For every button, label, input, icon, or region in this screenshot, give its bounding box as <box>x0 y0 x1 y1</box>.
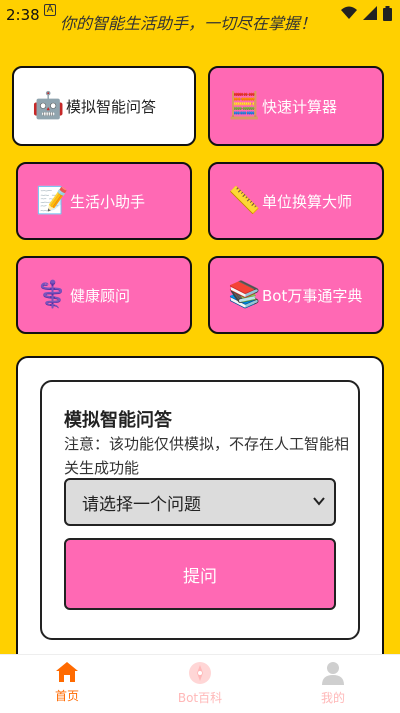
tool-dictionary-button[interactable]: 📚 Bot万事通字典 <box>208 256 384 334</box>
tool-label: 健康顾问 <box>70 286 131 305</box>
memo-icon: 📝 <box>36 186 69 216</box>
nav-profile-label: 我的 <box>320 691 345 705</box>
chevron-down-icon <box>313 497 325 506</box>
books-icon: 📚 <box>228 280 261 310</box>
tool-label: 快速计算器 <box>262 97 338 116</box>
tool-unit-converter-button[interactable]: 📏 单位换算大师 <box>208 162 384 240</box>
nav-bot-wiki[interactable]: Bot百科 <box>160 661 240 706</box>
wifi-icon <box>341 6 357 19</box>
tagline: 你的智能生活助手，一切尽在掌握！ <box>60 14 317 33</box>
question-select-value: 请选择一个问题 <box>82 494 201 515</box>
tool-calculator-button[interactable]: 🧮 快速计算器 <box>208 66 384 146</box>
abacus-icon: 🧮 <box>228 91 261 121</box>
qa-card-note: 注意：该功能仅供模拟，不存在人工智能相关生成功能 <box>64 435 350 477</box>
tool-label: 单位换算大师 <box>262 192 353 211</box>
tool-label: 模拟智能问答 <box>66 97 157 116</box>
nav-profile[interactable]: 我的 <box>293 661 373 706</box>
signal-icon <box>363 6 377 20</box>
tool-health-advisor-button[interactable]: ⚕️ 健康顾问 <box>16 256 192 334</box>
ruler-icon: 📏 <box>228 186 261 216</box>
question-select[interactable]: 请选择一个问题 <box>64 478 336 526</box>
ask-button[interactable]: 提问 <box>64 538 336 610</box>
nav-home-label: 首页 <box>54 689 79 703</box>
medical-icon: ⚕️ <box>36 280 69 310</box>
home-icon <box>56 662 78 682</box>
compass-icon <box>189 662 211 684</box>
tool-label: 生活小助手 <box>70 192 146 211</box>
nav-bot-wiki-label: Bot百科 <box>177 691 223 705</box>
bottom-nav: 首页 Bot百科 我的 <box>0 654 400 713</box>
status-time: 2:38 <box>6 6 40 24</box>
user-icon <box>322 662 344 685</box>
tool-label: Bot万事通字典 <box>262 286 363 305</box>
robot-icon: 🤖 <box>32 91 65 121</box>
tool-ai-qa-button[interactable]: 🤖 模拟智能问答 <box>12 66 196 146</box>
status-icons <box>341 6 392 21</box>
qa-card-title: 模拟智能问答 <box>64 410 172 431</box>
notification-icon: A <box>44 4 56 16</box>
battery-icon <box>383 6 392 21</box>
tool-life-helper-button[interactable]: 📝 生活小助手 <box>16 162 192 240</box>
nav-home[interactable]: 首页 <box>27 661 107 704</box>
